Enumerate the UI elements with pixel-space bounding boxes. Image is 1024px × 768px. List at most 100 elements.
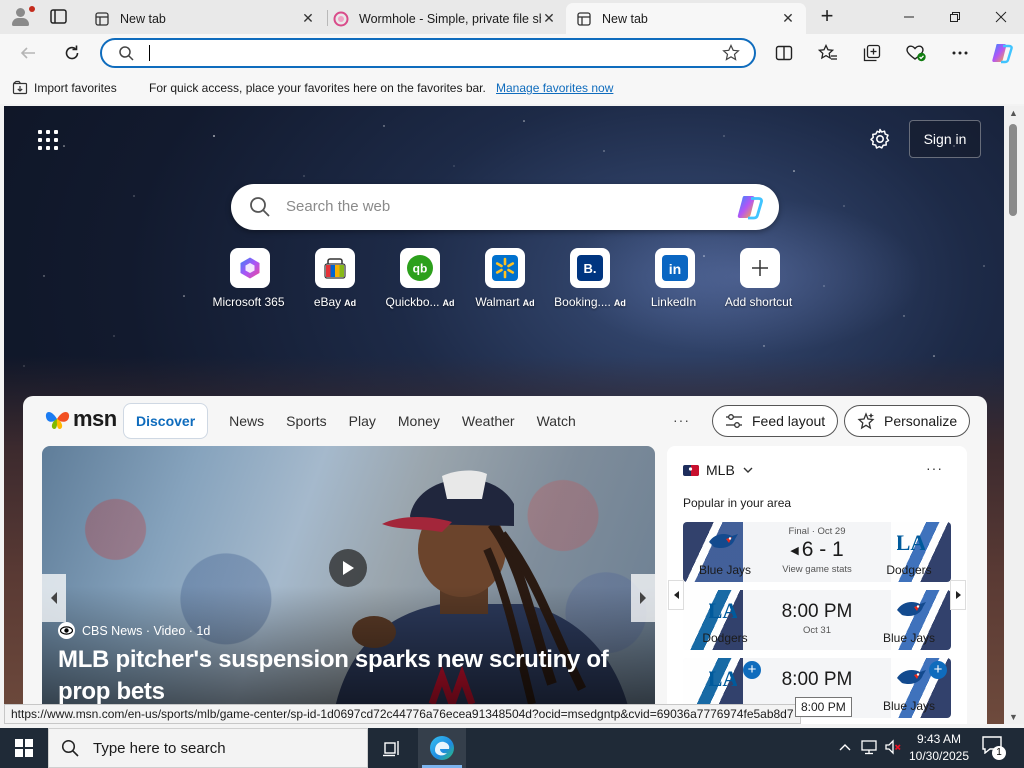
taskbar-search-placeholder: Type here to search bbox=[93, 739, 226, 757]
shortcut-quickbooks[interactable]: qb Quickbo... Ad bbox=[378, 248, 462, 309]
walmart-icon bbox=[485, 248, 525, 288]
title-bar: New tab ✕ Wormhole - Simple, private fil… bbox=[0, 0, 1024, 34]
shortcut-linkedin[interactable]: in LinkedIn bbox=[633, 248, 717, 309]
import-favorites-button[interactable]: Import favorites bbox=[12, 80, 117, 95]
story-source-text: CBS News · Video · 1d bbox=[82, 623, 211, 638]
ebay-icon bbox=[315, 248, 355, 288]
mlb-subtitle: Popular in your area bbox=[683, 496, 792, 510]
tab-title: Wormhole - Simple, private file sh bbox=[359, 11, 541, 26]
mlb-more-options-icon[interactable]: ··· bbox=[926, 460, 943, 476]
browser-essentials-icon[interactable] bbox=[902, 40, 930, 66]
shortcut-label: Booking.... bbox=[554, 295, 611, 309]
tab-new-tab-active[interactable]: New tab ✕ bbox=[566, 3, 806, 34]
hero-story-card[interactable]: CBS News · Video · 1d MLB pitcher's susp… bbox=[42, 446, 655, 724]
nav-discover[interactable]: Discover bbox=[123, 403, 209, 439]
close-window-icon[interactable] bbox=[978, 0, 1024, 34]
nav-news[interactable]: News bbox=[218, 413, 275, 429]
shortcut-label: LinkedIn bbox=[650, 295, 697, 309]
mlb-game-row[interactable]: LA Dodgers Blue Jays 8:00 PM Oct 31 bbox=[683, 590, 951, 650]
tab-actions-icon[interactable] bbox=[48, 7, 70, 27]
close-tab-icon[interactable]: ✕ bbox=[300, 10, 316, 27]
profile-avatar-icon[interactable] bbox=[8, 5, 35, 29]
hover-tooltip: 8:00 PM bbox=[795, 697, 852, 717]
copilot-icon[interactable] bbox=[735, 194, 765, 223]
story-headline[interactable]: MLB pitcher's suspension sparks new scru… bbox=[58, 644, 618, 708]
refresh-icon[interactable] bbox=[58, 40, 86, 66]
import-favorites-label: Import favorites bbox=[34, 80, 117, 95]
web-search-box[interactable]: Search the web bbox=[231, 184, 779, 230]
favorites-icon[interactable] bbox=[814, 40, 842, 66]
mlb-header[interactable]: MLB bbox=[683, 462, 753, 478]
blue-jays-logo-icon bbox=[893, 662, 929, 692]
shortcut-walmart[interactable]: Walmart Ad bbox=[463, 248, 547, 309]
shortcut-microsoft-365[interactable]: Microsoft 365 bbox=[208, 248, 292, 309]
tab-new-tab-1[interactable]: New tab ✕ bbox=[84, 3, 326, 34]
app-launcher-icon[interactable] bbox=[38, 130, 58, 150]
page-scrollbar[interactable]: ▲ ▼ bbox=[1004, 106, 1024, 724]
windows-taskbar: Type here to search 9:43 AM 10/30/2025 1 bbox=[0, 728, 1024, 768]
scrollbar-thumb[interactable] bbox=[1009, 124, 1017, 216]
notification-center-icon[interactable]: 1 bbox=[982, 736, 1006, 760]
settings-more-icon[interactable] bbox=[946, 40, 974, 66]
notification-count-badge: 1 bbox=[992, 746, 1006, 760]
svg-text:qb: qb bbox=[413, 262, 428, 276]
nav-sports[interactable]: Sports bbox=[275, 413, 337, 429]
msn-butterfly-icon bbox=[45, 412, 70, 430]
scroll-up-arrow-icon[interactable]: ▲ bbox=[1009, 108, 1018, 118]
feed-layout-button[interactable]: Feed layout bbox=[712, 405, 839, 437]
carousel-prev-arrow-icon[interactable] bbox=[42, 574, 66, 622]
svg-text:B.: B. bbox=[584, 261, 597, 276]
mlb-prev-arrow-icon[interactable] bbox=[668, 580, 684, 610]
page-settings-gear-icon[interactable] bbox=[868, 127, 892, 151]
tab-wormhole[interactable]: Wormhole - Simple, private file sh ✕ bbox=[323, 3, 567, 34]
close-tab-icon[interactable]: ✕ bbox=[780, 10, 796, 27]
windows-start-icon[interactable] bbox=[0, 728, 48, 768]
mlb-game-row[interactable]: LA Blue Jays Dodgers Final · Oct 29 ◀ 6 -… bbox=[683, 522, 951, 582]
copilot-icon[interactable] bbox=[988, 40, 1016, 66]
task-view-icon[interactable] bbox=[368, 728, 416, 768]
msn-logo[interactable]: msn bbox=[45, 406, 117, 432]
nav-weather[interactable]: Weather bbox=[451, 413, 526, 429]
shortcut-ebay[interactable]: eBay Ad bbox=[293, 248, 377, 309]
personalize-button[interactable]: Personalize bbox=[844, 405, 971, 437]
restore-icon[interactable] bbox=[932, 0, 978, 34]
shortcut-booking[interactable]: B. Booking.... Ad bbox=[548, 248, 632, 309]
follow-team-plus-icon[interactable]: + bbox=[743, 661, 761, 679]
shortcut-add[interactable]: Add shortcut bbox=[718, 248, 802, 309]
back-arrow-icon[interactable] bbox=[14, 40, 42, 66]
show-hidden-icons-icon[interactable] bbox=[838, 738, 852, 759]
carousel-next-arrow-icon[interactable] bbox=[631, 574, 655, 622]
follow-team-plus-icon[interactable]: + bbox=[929, 661, 947, 679]
edge-taskbar-icon[interactable] bbox=[418, 728, 466, 768]
new-tab-button[interactable]: + bbox=[815, 5, 839, 29]
game-result: Final · Oct 29 ◀ 6 - 1 View game stats bbox=[767, 522, 867, 582]
minimize-icon[interactable] bbox=[886, 0, 932, 34]
nav-money[interactable]: Money bbox=[387, 413, 451, 429]
taskbar-search-box[interactable]: Type here to search bbox=[48, 728, 368, 768]
nav-more-button[interactable]: ··· bbox=[673, 412, 690, 428]
split-screen-icon[interactable] bbox=[770, 40, 798, 66]
address-bar[interactable] bbox=[100, 38, 756, 68]
add-favorite-star-icon[interactable] bbox=[722, 44, 740, 65]
play-video-icon[interactable] bbox=[329, 549, 367, 587]
close-tab-icon[interactable]: ✕ bbox=[541, 10, 557, 27]
svg-text:LA: LA bbox=[709, 666, 737, 691]
taskbar-clock[interactable]: 9:43 AM 10/30/2025 bbox=[900, 731, 978, 765]
search-icon bbox=[118, 45, 134, 64]
sliders-icon bbox=[726, 414, 742, 428]
wormhole-favicon-icon bbox=[333, 11, 349, 27]
cbs-eye-logo-icon bbox=[58, 622, 75, 639]
scroll-down-arrow-icon[interactable]: ▼ bbox=[1009, 712, 1018, 722]
manage-favorites-link[interactable]: Manage favorites now bbox=[496, 81, 613, 95]
network-icon[interactable] bbox=[860, 738, 880, 759]
text-cursor bbox=[149, 45, 150, 61]
nav-watch[interactable]: Watch bbox=[526, 413, 587, 429]
view-game-stats-link[interactable]: View game stats bbox=[767, 564, 867, 575]
svg-text:LA: LA bbox=[709, 598, 737, 623]
sign-in-button[interactable]: Sign in bbox=[909, 120, 981, 158]
nav-play[interactable]: Play bbox=[338, 413, 387, 429]
collections-icon[interactable] bbox=[858, 40, 886, 66]
mlb-logo-icon bbox=[683, 464, 699, 476]
newtab-page-icon bbox=[94, 11, 110, 27]
mlb-next-arrow-icon[interactable] bbox=[950, 580, 966, 610]
